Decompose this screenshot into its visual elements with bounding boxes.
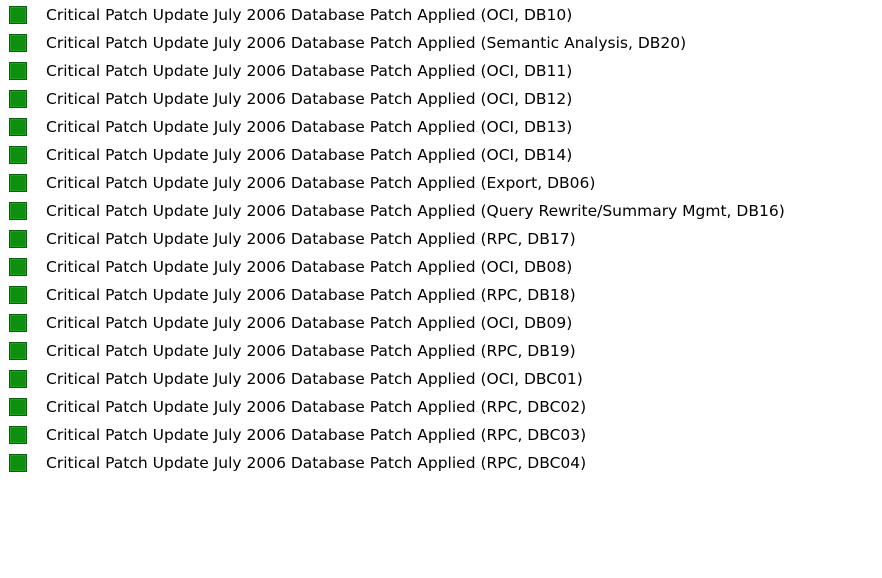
list-item: Critical Patch Update July 2006 Database… [0, 310, 882, 338]
list-item-label: Critical Patch Update July 2006 Database… [46, 370, 583, 388]
list-item: Critical Patch Update July 2006 Database… [0, 394, 882, 422]
green-square-icon [9, 174, 27, 192]
green-square-icon [9, 370, 27, 388]
list-item-label: Critical Patch Update July 2006 Database… [46, 174, 596, 192]
list-item-label: Critical Patch Update July 2006 Database… [46, 426, 587, 444]
green-square-icon [9, 90, 27, 108]
list-item: Critical Patch Update July 2006 Database… [0, 366, 882, 394]
green-square-icon [9, 342, 27, 360]
list-item: Critical Patch Update July 2006 Database… [0, 422, 882, 450]
green-square-icon [9, 398, 27, 416]
list-item-label: Critical Patch Update July 2006 Database… [46, 90, 573, 108]
list-item: Critical Patch Update July 2006 Database… [0, 114, 882, 142]
green-square-icon [9, 34, 27, 52]
list-item: Critical Patch Update July 2006 Database… [0, 142, 882, 170]
list-item: Critical Patch Update July 2006 Database… [0, 170, 882, 198]
green-square-icon [9, 230, 27, 248]
green-square-icon [9, 258, 27, 276]
list-item: Critical Patch Update July 2006 Database… [0, 2, 882, 30]
list-item: Critical Patch Update July 2006 Database… [0, 450, 882, 478]
green-square-icon [9, 118, 27, 136]
list-item-label: Critical Patch Update July 2006 Database… [46, 230, 576, 248]
list-item-label: Critical Patch Update July 2006 Database… [46, 146, 573, 164]
list-item-label: Critical Patch Update July 2006 Database… [46, 314, 573, 332]
list-item: Critical Patch Update July 2006 Database… [0, 226, 882, 254]
green-square-icon [9, 146, 27, 164]
green-square-icon [9, 202, 27, 220]
list-item-label: Critical Patch Update July 2006 Database… [46, 62, 573, 80]
list-item-label: Critical Patch Update July 2006 Database… [46, 286, 576, 304]
list-item: Critical Patch Update July 2006 Database… [0, 58, 882, 86]
list-item-label: Critical Patch Update July 2006 Database… [46, 258, 573, 276]
list-item: Critical Patch Update July 2006 Database… [0, 30, 882, 58]
list-item-label: Critical Patch Update July 2006 Database… [46, 202, 785, 220]
list-item: Critical Patch Update July 2006 Database… [0, 254, 882, 282]
list-item: Critical Patch Update July 2006 Database… [0, 282, 882, 310]
list-item: Critical Patch Update July 2006 Database… [0, 86, 882, 114]
list-item: Critical Patch Update July 2006 Database… [0, 338, 882, 366]
list-item-label: Critical Patch Update July 2006 Database… [46, 34, 687, 52]
list-item: Critical Patch Update July 2006 Database… [0, 198, 882, 226]
list-item-label: Critical Patch Update July 2006 Database… [46, 342, 576, 360]
green-square-icon [9, 454, 27, 472]
list-item-label: Critical Patch Update July 2006 Database… [46, 6, 573, 24]
list-item-label: Critical Patch Update July 2006 Database… [46, 454, 587, 472]
list-item-label: Critical Patch Update July 2006 Database… [46, 398, 587, 416]
green-square-icon [9, 286, 27, 304]
green-square-icon [9, 62, 27, 80]
green-square-icon [9, 6, 27, 24]
list-item-label: Critical Patch Update July 2006 Database… [46, 118, 573, 136]
green-square-icon [9, 426, 27, 444]
green-square-icon [9, 314, 27, 332]
